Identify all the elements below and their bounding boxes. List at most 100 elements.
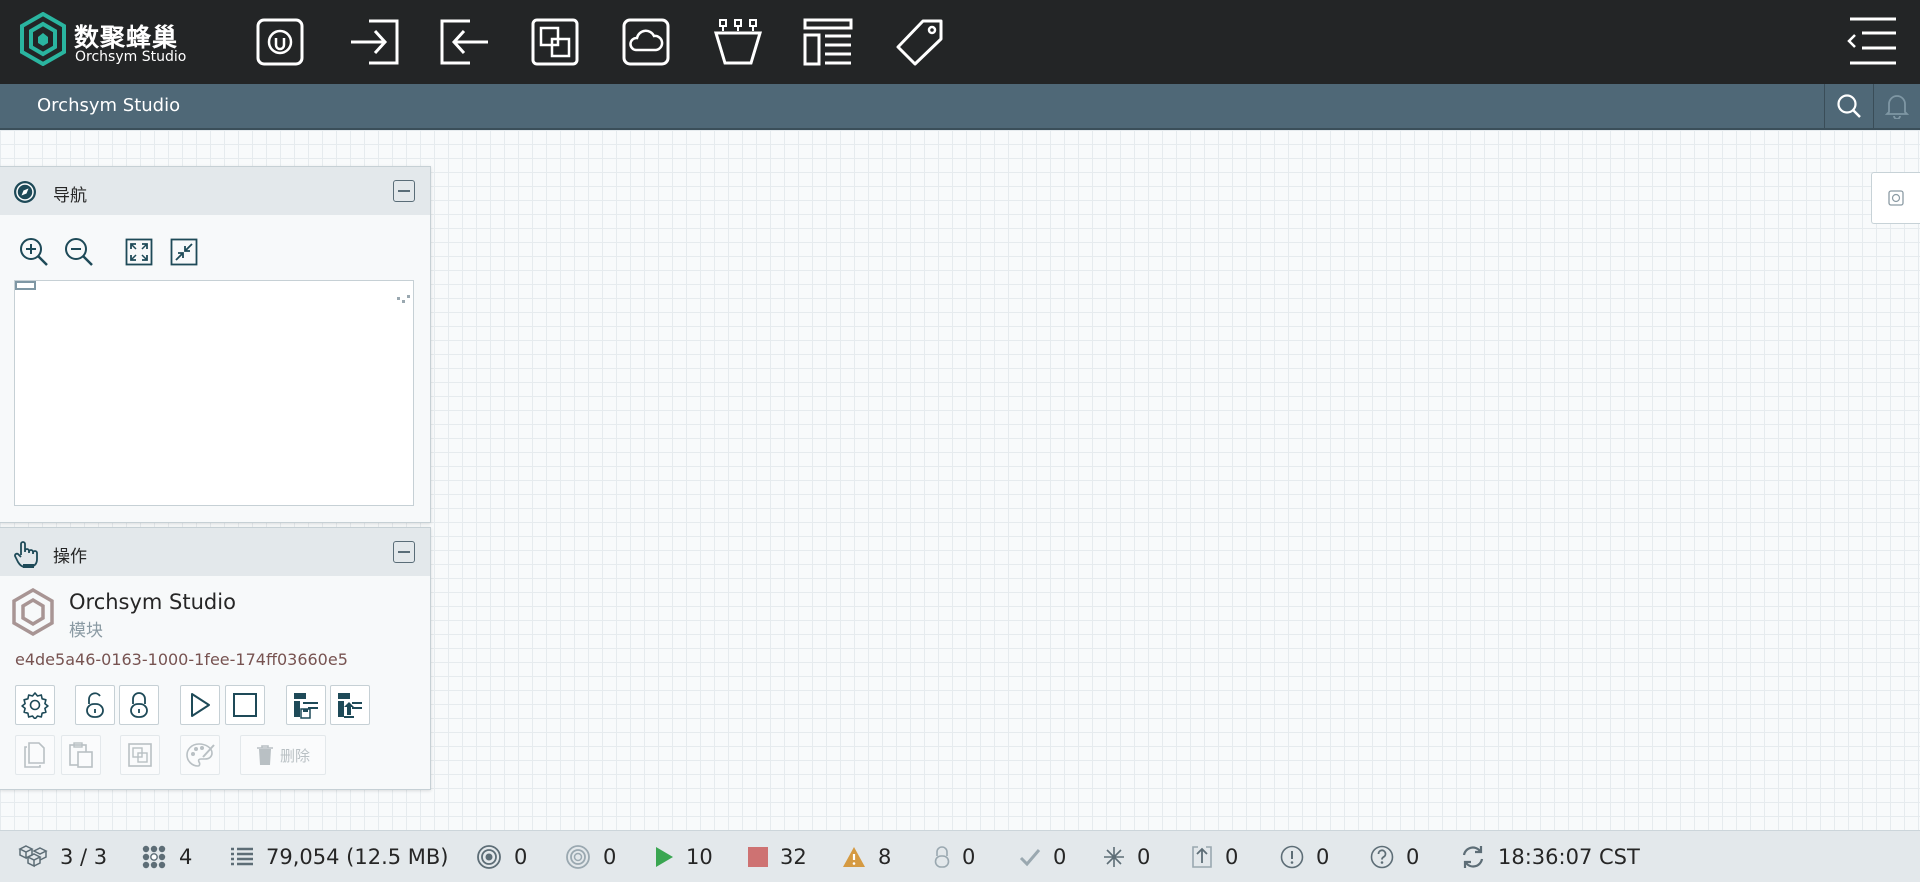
operation-panel-header[interactable]: 操作: [0, 528, 430, 576]
graph-controls-tab[interactable]: [1871, 172, 1920, 224]
queued-count: 79,054 (12.5 MB): [266, 845, 449, 869]
cluster-count: 3 / 3: [60, 845, 108, 869]
navigation-panel-title: 导航: [53, 186, 87, 206]
birdseye-view[interactable]: [14, 280, 414, 506]
fit-screen-icon: [125, 238, 153, 266]
process-group-icon: [531, 18, 579, 66]
stopped-icon: [748, 847, 768, 867]
cluster-status: 3 / 3: [18, 843, 107, 871]
status-bar: 3 / 3 4 79,054 (12.5 MB) 0 0 10 32 8 0 0…: [0, 830, 1920, 882]
breadcrumb-title[interactable]: Orchsym Studio: [37, 95, 180, 116]
upload-arrow-icon: [1192, 846, 1212, 868]
cluster-icon: [18, 845, 48, 868]
not-transmitting-count: 0: [603, 845, 617, 869]
add-remote-group-button[interactable]: [617, 14, 675, 70]
upload-template-icon: [338, 693, 362, 718]
asterisk-icon: [1104, 847, 1124, 867]
palette-icon: [186, 743, 215, 767]
zoom-fit-button[interactable]: [122, 235, 156, 269]
add-label-button[interactable]: [891, 14, 949, 70]
copy-button[interactable]: [15, 735, 55, 775]
stale-status: 0: [1191, 843, 1238, 871]
lock-icon: [130, 692, 148, 718]
active-threads-status: 4: [141, 843, 192, 871]
hexagon-logo-icon: [20, 12, 66, 66]
orchsym-module-icon: [12, 588, 54, 636]
question-circle-icon: [1370, 845, 1394, 869]
operation-panel-title: 操作: [53, 547, 87, 567]
last-refreshed-time: 18:36:07 CST: [1498, 845, 1640, 869]
transmitting-status: 0: [476, 843, 527, 871]
breadcrumb-bar: Orchsym Studio: [0, 84, 1920, 130]
disabled-status: 0: [934, 843, 975, 871]
add-process-group-button[interactable]: [526, 14, 584, 70]
component-id: e4de5a46-0163-1000-1fee-174ff03660e5: [15, 650, 348, 669]
add-module-button[interactable]: [251, 14, 309, 70]
transmitting-icon: [477, 845, 501, 869]
add-input-port-button[interactable]: [345, 14, 403, 70]
search-button[interactable]: [1827, 89, 1871, 123]
trash-icon: [256, 745, 273, 765]
operation-collapse-button[interactable]: [393, 541, 415, 563]
refresh-icon[interactable]: [1460, 844, 1486, 870]
module-icon: [256, 18, 304, 66]
queued-status: 79,054 (12.5 MB): [230, 843, 449, 871]
component-name: Orchsym Studio: [69, 590, 236, 614]
navigation-collapse-button[interactable]: [393, 180, 415, 202]
running-icon: [656, 847, 673, 867]
compass-icon: [14, 181, 36, 203]
navigation-panel: 导航: [0, 166, 431, 523]
add-template-button[interactable]: [799, 14, 857, 70]
running-count: 10: [686, 845, 713, 869]
birdseye-viewport[interactable]: [15, 281, 36, 290]
operation-panel: 操作 Orchsym Studio 模块 e4de5a46-0163-1000-…: [0, 527, 431, 790]
actual-size-icon: [170, 238, 198, 266]
disabled-lock-icon: [934, 846, 950, 868]
navigation-panel-header[interactable]: 导航: [0, 167, 430, 215]
group-button[interactable]: [120, 735, 160, 775]
zoom-in-button[interactable]: [17, 235, 51, 269]
color-button[interactable]: [180, 735, 220, 775]
up-to-date-count: 0: [1053, 845, 1067, 869]
bulletin-button[interactable]: [1875, 89, 1919, 123]
funnel-icon: [713, 19, 763, 65]
zoom-out-button[interactable]: [62, 235, 96, 269]
add-funnel-button[interactable]: [709, 14, 767, 70]
invalid-count: 8: [878, 845, 892, 869]
save-template-button[interactable]: [286, 685, 326, 725]
output-port-icon: [440, 19, 488, 65]
upload-template-button[interactable]: [330, 685, 370, 725]
add-output-port-button[interactable]: [436, 14, 494, 70]
gear-icon: [21, 692, 49, 719]
stop-icon: [233, 693, 257, 717]
hamburger-menu-icon: [1847, 17, 1896, 65]
start-button[interactable]: [180, 685, 220, 725]
disabled-count: 0: [962, 845, 976, 869]
locally-modified-status: 0: [1103, 843, 1150, 871]
delete-button[interactable]: 删除: [240, 735, 326, 775]
breadcrumb-divider: [1824, 84, 1825, 128]
disable-button[interactable]: [119, 685, 159, 725]
stopped-count: 32: [780, 845, 807, 869]
birdseye-components: [397, 295, 410, 303]
transmitting-count: 0: [514, 845, 528, 869]
brand-logo[interactable]: 数聚蜂巢 Orchsym Studio: [20, 12, 195, 72]
remote-group-icon: [622, 18, 670, 66]
template-icon: [803, 18, 853, 66]
stop-button[interactable]: [225, 685, 265, 725]
brand-name-en: Orchsym Studio: [75, 49, 187, 65]
search-icon: [1837, 94, 1861, 118]
refresh-status[interactable]: 18:36:07 CST: [1460, 843, 1640, 871]
paste-button[interactable]: [61, 735, 101, 775]
warning-icon: [843, 847, 865, 867]
copy-icon: [24, 742, 45, 768]
threads-icon: [142, 845, 166, 869]
zoom-in-icon: [20, 238, 48, 266]
not-transmitting-status: 0: [565, 843, 616, 871]
zoom-actual-button[interactable]: [167, 235, 201, 269]
enable-button[interactable]: [75, 685, 115, 725]
delete-label: 删除: [279, 746, 310, 765]
locally-modified-stale-count: 0: [1316, 845, 1330, 869]
global-menu-button[interactable]: [1846, 15, 1906, 71]
configure-button[interactable]: [15, 685, 55, 725]
